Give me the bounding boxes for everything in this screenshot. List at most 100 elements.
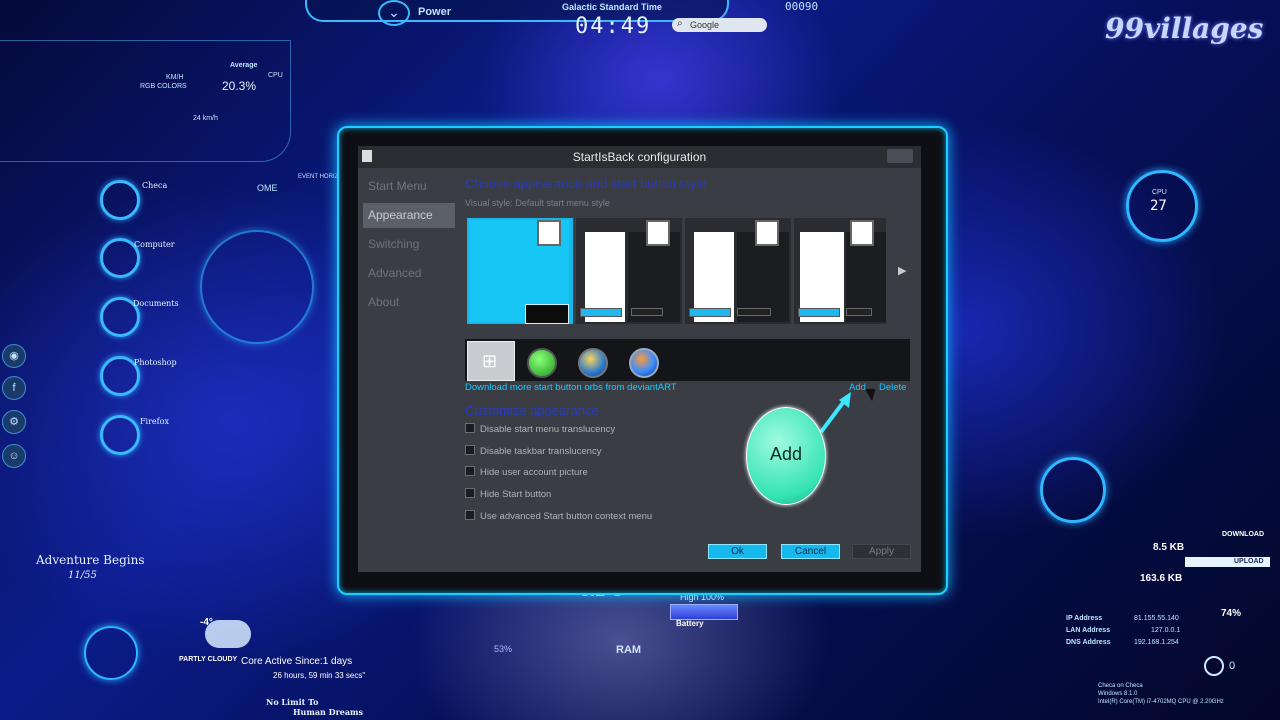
option-disable-taskbar-translucency[interactable]: Disable taskbar translucency [465,445,601,457]
option-advanced-context-menu[interactable]: Use advanced Start button context menu [465,510,652,522]
option-label: Hide user account picture [480,467,588,478]
power-label[interactable]: Power [418,6,451,18]
lan-label: LAN Address [1066,627,1111,634]
sidebar-label-firefox[interactable]: Firefox [140,417,169,426]
search-box[interactable] [672,18,767,32]
orb-windows7-blue[interactable] [629,348,659,378]
chevron-down-icon[interactable]: ⌄ [378,0,410,26]
galactic-time-label: Galactic Standard Time [562,2,662,12]
facebook-icon[interactable]: f [2,376,26,400]
option-disable-menu-translucency[interactable]: Disable start menu translucency [465,423,615,435]
speed-value: 24 km/h [193,115,218,122]
windows-logo-icon: ⊞ [482,351,498,371]
settings-nav: Start Menu Appearance Switching Advanced… [363,174,455,319]
uptime: 26 hours, 59 min 33 secs" [273,671,366,680]
steam-icon[interactable]: ◉ [2,344,26,368]
option-hide-user-picture[interactable]: Hide user account picture [465,466,588,478]
compass-ring [84,626,138,680]
cancel-button[interactable]: Cancel [781,544,840,559]
settings-icon[interactable]: ⚙ [2,410,26,434]
ok-button[interactable]: Ok [708,544,767,559]
top-hud-bar [305,0,729,22]
nav-switching[interactable]: Switching [363,232,455,257]
sidebar-label-photoshop[interactable]: Photoshop [134,358,177,367]
user-avatar-icon [537,220,561,246]
search-input[interactable]: Google [690,20,719,30]
net-percent: 74% [1221,608,1242,619]
dns-label: DNS Address [1066,639,1111,646]
style-card-1[interactable] [467,218,573,324]
ip-value: 81.155.55.140 [1134,615,1179,622]
cpu-gauge-value: 27 [1150,198,1167,214]
counter: 00090 [785,0,819,13]
rgb-colors-label: RGB COLORS [140,83,187,90]
orb-windows7[interactable] [578,348,608,378]
checkbox[interactable] [465,488,475,498]
delete-orb-link[interactable]: Delete [879,382,906,393]
sys-line-1: Checa on Checa [1098,683,1143,689]
battery-label: Battery [676,619,704,628]
cpu-label-top: CPU [268,72,283,79]
upload-value: 163.6 KB [1140,573,1183,584]
checkbox[interactable] [465,466,475,476]
dialog-title-bar[interactable]: StartIsBack configuration [358,146,921,168]
orb-clover[interactable] [527,348,557,378]
option-label: Hide Start button [480,489,552,500]
average-label: Average [230,62,258,69]
option-label: Disable taskbar translucency [480,446,602,457]
core-active: Core Active Since:1 days [241,656,353,667]
clock: 04:49 [575,14,652,39]
weather-condition: PARTLY CLOUDY [179,656,238,663]
nav-about[interactable]: About [363,290,455,315]
style-card-4[interactable] [794,218,886,324]
sidebar-node-firefox[interactable] [100,415,140,455]
top-left-hud-panel [0,40,291,162]
no-limit-text: No Limit To [266,697,319,707]
kmh-label: KM/H [166,74,184,81]
search-box-preview [580,308,622,317]
dns-value: 192.168.1.254 [1134,639,1179,646]
nav-appearance[interactable]: Appearance [363,203,455,228]
upload-label: UPLOAD [1234,558,1264,565]
weather-temp: -4° [200,617,213,628]
option-label: Disable start menu translucency [480,424,616,435]
ram-label: RAM [616,644,642,656]
sys-line-3: Intel(R) Core(TM) i7-4702MQ CPU @ 2.20GH… [1098,699,1224,705]
next-arrow-icon[interactable]: ▶ [898,264,906,277]
callout-text: Add [769,444,803,464]
option-hide-start-button[interactable]: Hide Start button [465,488,551,500]
style-card-2[interactable] [576,218,682,324]
lan-value: 127.0.0.1 [1151,627,1181,634]
style-card-3[interactable] [685,218,791,324]
close-button[interactable] [887,149,913,163]
zero-label: 0 [1229,660,1236,672]
nav-advanced[interactable]: Advanced [363,261,455,286]
crosshair-icon [1204,656,1224,676]
add-callout-bubble: Add [746,407,826,505]
human-dreams-text: Human Dreams [293,707,364,717]
checkbox[interactable] [465,445,475,455]
ome-label: OME [257,183,278,193]
download-label: DOWNLOAD [1222,531,1264,538]
nav-start-menu[interactable]: Start Menu [363,174,455,199]
app-icon [362,150,372,162]
sidebar-label-computer[interactable]: Computer [134,240,175,249]
appearance-heading: Choose appearance and start button style [465,176,707,191]
customize-heading: Customize appearance [465,403,599,418]
checkbox[interactable] [465,510,475,520]
ip-label: IP Address [1066,615,1103,622]
users-icon[interactable]: ☺ [2,444,26,468]
orb-strip: ⊞ [465,339,910,381]
user-avatar-icon [755,220,779,246]
checkbox[interactable] [465,423,475,433]
cpu-percent: 20.3% [222,79,257,93]
download-orbs-link[interactable]: Download more start button orbs from dev… [465,382,677,393]
search-box-preview-dark [737,308,771,316]
sidebar-label-checa[interactable]: Checa [142,181,167,190]
sidebar-label-documents[interactable]: Documents [133,299,179,308]
startisback-dialog: StartIsBack configuration Start Menu App… [358,146,921,572]
sidebar-node-checa[interactable] [100,180,140,220]
cpu-gauge-label: CPU [1152,189,1167,196]
apply-button[interactable]: Apply [852,544,911,559]
orb-windows-flat[interactable]: ⊞ [467,341,515,381]
